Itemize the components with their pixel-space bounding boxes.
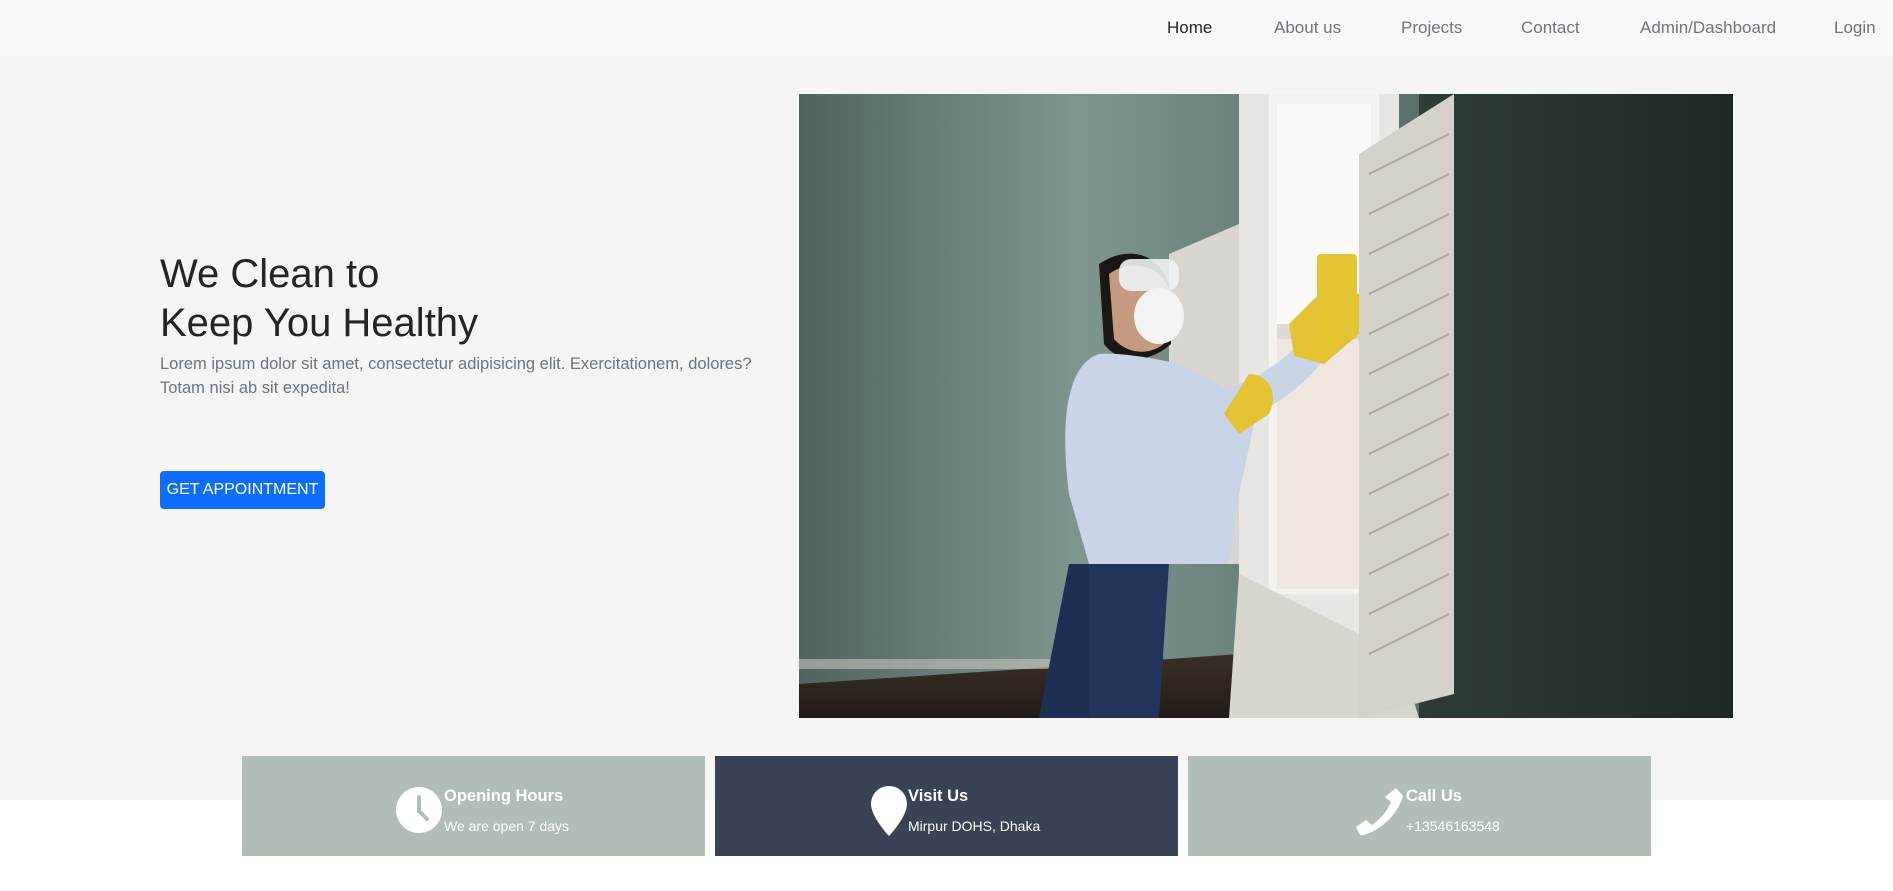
visit-us-card: Visit Us Mirpur DOHS, Dhaka <box>715 756 1178 856</box>
hero-image <box>799 94 1733 718</box>
nav-admin-dashboard-link[interactable]: Admin/Dashboard <box>1640 18 1776 38</box>
nav-about-link[interactable]: About us <box>1274 18 1341 38</box>
get-appointment-button[interactable]: GET APPOINTMENT <box>160 471 325 509</box>
nav-contact-link[interactable]: Contact <box>1521 18 1580 38</box>
call-us-detail: +13546163548 <box>1406 818 1500 834</box>
hero-title: We Clean to Keep You Healthy <box>160 250 478 348</box>
nav-home-link[interactable]: Home <box>1167 18 1212 38</box>
opening-hours-detail: We are open 7 days <box>444 818 570 834</box>
nav-login-link[interactable]: Login <box>1834 18 1876 38</box>
hero-description: Lorem ipsum dolor sit amet, consectetur … <box>160 355 752 397</box>
call-us-title: Call Us <box>1406 787 1462 805</box>
phone-icon <box>1356 788 1403 836</box>
nav-projects-link[interactable]: Projects <box>1401 18 1462 38</box>
clock-icon <box>396 787 442 833</box>
map-pin-icon <box>871 786 907 836</box>
opening-hours-card: Opening Hours We are open 7 days <box>242 756 705 856</box>
hero-photo-cleaning-window <box>799 94 1733 718</box>
hero-title-line-1: We Clean to <box>160 252 380 296</box>
hero-title-line-2: Keep You Healthy <box>160 301 479 345</box>
navbar: Home About us Projects Contact Admin/Das… <box>0 0 1893 56</box>
call-us-card: Call Us +13546163548 <box>1188 756 1651 856</box>
visit-us-detail: Mirpur DOHS, Dhaka <box>908 818 1041 834</box>
visit-us-title: Visit Us <box>908 787 969 805</box>
opening-hours-title: Opening Hours <box>444 787 564 805</box>
